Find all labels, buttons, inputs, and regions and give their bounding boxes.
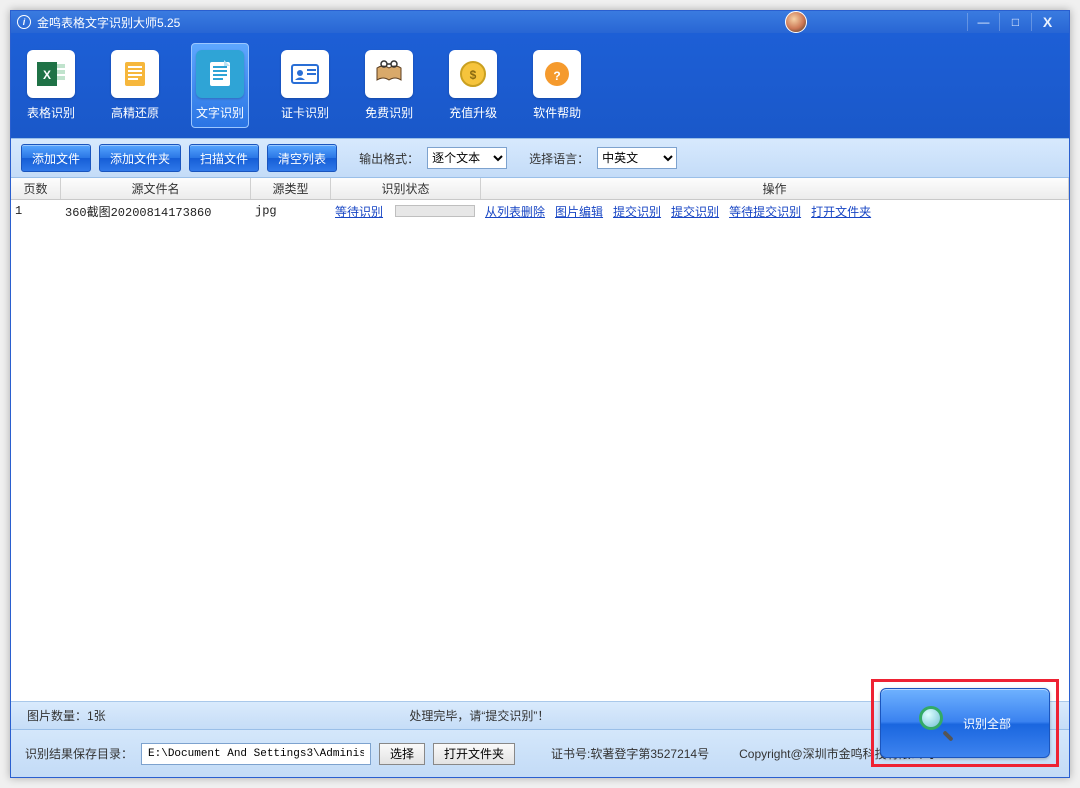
choose-button[interactable]: 选择 xyxy=(379,743,425,765)
status-link[interactable]: 等待识别 xyxy=(335,203,383,220)
minimize-button[interactable]: — xyxy=(967,13,999,31)
op-open-folder[interactable]: 打开文件夹 xyxy=(811,203,871,220)
magnifier-icon xyxy=(919,706,953,740)
add-folder-button[interactable]: 添加文件夹 xyxy=(99,144,181,172)
th-ops: 操作 xyxy=(481,178,1069,199)
tool-id-card[interactable]: 证卡识别 xyxy=(277,44,333,127)
ribbon-toolbar: X 表格识别 高精还原 文字识别 证卡识别 免费识别 xyxy=(11,33,1069,138)
recognize-all-button[interactable]: 识别全部 xyxy=(880,688,1050,758)
coin-icon: $ xyxy=(449,50,497,98)
close-button[interactable]: X xyxy=(1031,13,1063,31)
highlight-frame: 识别全部 xyxy=(871,679,1059,767)
tool-text-recognition[interactable]: 文字识别 xyxy=(191,43,249,128)
op-submit-1[interactable]: 提交识别 xyxy=(613,203,661,220)
document-lines-icon xyxy=(111,50,159,98)
op-edit-image[interactable]: 图片编辑 xyxy=(555,203,603,220)
th-filetype: 源类型 xyxy=(251,178,331,199)
th-filename: 源文件名 xyxy=(61,178,251,199)
window-title: 金鸣表格文字识别大师5.25 xyxy=(37,14,180,31)
app-icon: i xyxy=(17,15,31,29)
app-window: i 金鸣表格文字识别大师5.25 — □ X X 表格识别 高精还原 文字识别 xyxy=(10,10,1070,778)
titlebar: i 金鸣表格文字识别大师5.25 — □ X xyxy=(11,11,1069,33)
tool-high-precision[interactable]: 高精还原 xyxy=(107,44,163,127)
svg-text:?: ? xyxy=(553,69,560,83)
table-body: 1 360截图20200814173860 jpg 等待识别 从列表删除 图片编… xyxy=(11,200,1069,701)
tool-free-recognition[interactable]: 免费识别 xyxy=(361,44,417,127)
table-row: 1 360截图20200814173860 jpg 等待识别 从列表删除 图片编… xyxy=(11,200,1069,222)
help-icon: ? xyxy=(533,50,581,98)
tool-help[interactable]: ? 软件帮助 xyxy=(529,44,585,127)
add-file-button[interactable]: 添加文件 xyxy=(21,144,91,172)
excel-icon: X xyxy=(27,50,75,98)
cert-label: 证书号:软著登字第3527214号 xyxy=(551,745,709,762)
text-page-icon xyxy=(196,50,244,98)
tool-table-recognition[interactable]: X 表格识别 xyxy=(23,44,79,127)
maximize-button[interactable]: □ xyxy=(999,13,1031,31)
clear-list-button[interactable]: 清空列表 xyxy=(267,144,337,172)
book-icon xyxy=(365,50,413,98)
save-dir-input[interactable] xyxy=(141,743,371,765)
cell-status: 等待识别 xyxy=(331,203,481,220)
avatar[interactable] xyxy=(785,11,807,33)
progress-bar xyxy=(395,205,475,217)
svg-text:X: X xyxy=(43,68,51,82)
action-bar: 添加文件 添加文件夹 扫描文件 清空列表 输出格式： 逐个文本 选择语言： 中英… xyxy=(11,138,1069,178)
output-format-select[interactable]: 逐个文本 xyxy=(427,147,507,169)
status-message: 处理完毕，请“提交识别”！ xyxy=(106,707,853,724)
cell-page: 1 xyxy=(11,204,61,218)
image-count: 图片数量：1张 xyxy=(27,707,106,724)
id-card-icon xyxy=(281,50,329,98)
tool-recharge[interactable]: $ 充值升级 xyxy=(445,44,501,127)
cell-filetype: jpg xyxy=(251,204,331,218)
op-submit-2[interactable]: 提交识别 xyxy=(671,203,719,220)
th-page: 页数 xyxy=(11,178,61,199)
language-select[interactable]: 中英文 xyxy=(597,147,677,169)
scan-file-button[interactable]: 扫描文件 xyxy=(189,144,259,172)
th-status: 识别状态 xyxy=(331,178,481,199)
output-format-label: 输出格式： xyxy=(359,150,419,167)
table-header: 页数 源文件名 源类型 识别状态 操作 xyxy=(11,178,1069,200)
svg-text:$: $ xyxy=(470,68,477,82)
cell-filename: 360截图20200814173860 xyxy=(61,203,251,220)
cell-ops: 从列表删除 图片编辑 提交识别 提交识别 等待提交识别 打开文件夹 xyxy=(481,203,1069,220)
op-delete[interactable]: 从列表删除 xyxy=(485,203,545,220)
recognize-all-label: 识别全部 xyxy=(963,715,1011,732)
op-wait-submit[interactable]: 等待提交识别 xyxy=(729,203,801,220)
open-folder-button[interactable]: 打开文件夹 xyxy=(433,743,515,765)
save-dir-label: 识别结果保存目录： xyxy=(25,745,133,762)
language-label: 选择语言： xyxy=(529,150,589,167)
